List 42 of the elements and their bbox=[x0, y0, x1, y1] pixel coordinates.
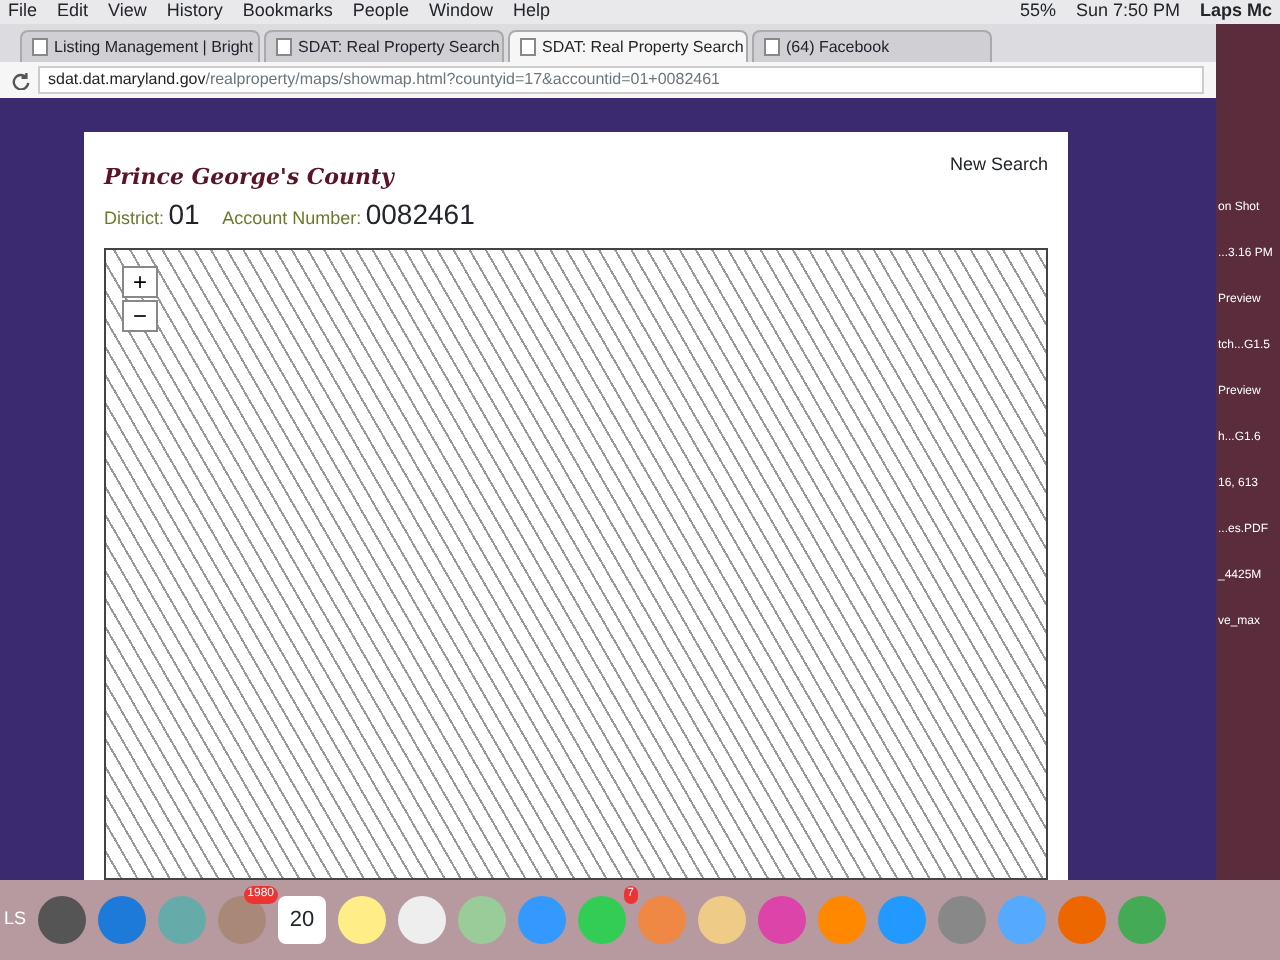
account-label: Account Number: bbox=[222, 206, 362, 232]
dock-label: LS bbox=[4, 906, 27, 933]
app-icon[interactable] bbox=[98, 896, 147, 944]
browser-tab[interactable]: (64) Facebook bbox=[752, 30, 992, 62]
county-title: Prince George's County bbox=[104, 161, 394, 193]
district-value: 01 bbox=[168, 196, 200, 234]
app-icon[interactable] bbox=[38, 896, 87, 944]
app-icon[interactable] bbox=[938, 896, 987, 944]
menu-item[interactable]: Help bbox=[512, 0, 550, 26]
app-icon[interactable] bbox=[398, 896, 447, 944]
menu-item[interactable]: Bookmarks bbox=[242, 0, 333, 26]
browser-tab[interactable]: Listing Management | Bright bbox=[20, 30, 260, 62]
app-icon[interactable] bbox=[758, 896, 807, 944]
page-icon bbox=[764, 38, 780, 56]
browser-tab[interactable]: SDAT: Real Property Search bbox=[508, 30, 748, 62]
menu-clock: Sun 7:50 PM bbox=[1075, 0, 1180, 25]
browser-tab[interactable]: SDAT: Real Property Search bbox=[264, 30, 504, 62]
app-icon[interactable] bbox=[458, 896, 507, 944]
menu-item[interactable]: View bbox=[108, 0, 147, 26]
menu-item[interactable]: People bbox=[352, 0, 409, 26]
page-icon bbox=[32, 38, 48, 56]
app-icon[interactable] bbox=[578, 896, 627, 944]
battery-percent: 55% bbox=[1019, 0, 1056, 25]
menu-item[interactable]: History bbox=[166, 0, 223, 26]
app-icon[interactable] bbox=[218, 896, 267, 944]
zoom-in-button[interactable]: + bbox=[122, 266, 158, 298]
menu-item[interactable]: Edit bbox=[57, 0, 89, 26]
calendar-icon[interactable]: 20 bbox=[278, 896, 327, 944]
user-name[interactable]: Laps Mc bbox=[1199, 0, 1272, 26]
new-search-link[interactable]: New Search bbox=[949, 152, 1048, 194]
address-field[interactable]: sdat.dat.maryland.gov/realproperty/maps/showmap.html?countyid=17&accountid=01+0082461 bbox=[38, 66, 1204, 94]
page-icon bbox=[520, 38, 536, 56]
app-icon[interactable] bbox=[698, 896, 747, 944]
page-icon bbox=[276, 38, 292, 56]
zoom-out-button[interactable]: − bbox=[122, 300, 158, 332]
district-label: District: bbox=[104, 206, 164, 232]
menu-item[interactable]: Window bbox=[428, 0, 493, 26]
app-icon[interactable] bbox=[338, 896, 387, 944]
app-icon[interactable] bbox=[1058, 896, 1107, 944]
account-value: 0082461 bbox=[365, 196, 475, 234]
menu-item[interactable]: File bbox=[8, 0, 38, 26]
reload-icon[interactable] bbox=[12, 71, 30, 89]
